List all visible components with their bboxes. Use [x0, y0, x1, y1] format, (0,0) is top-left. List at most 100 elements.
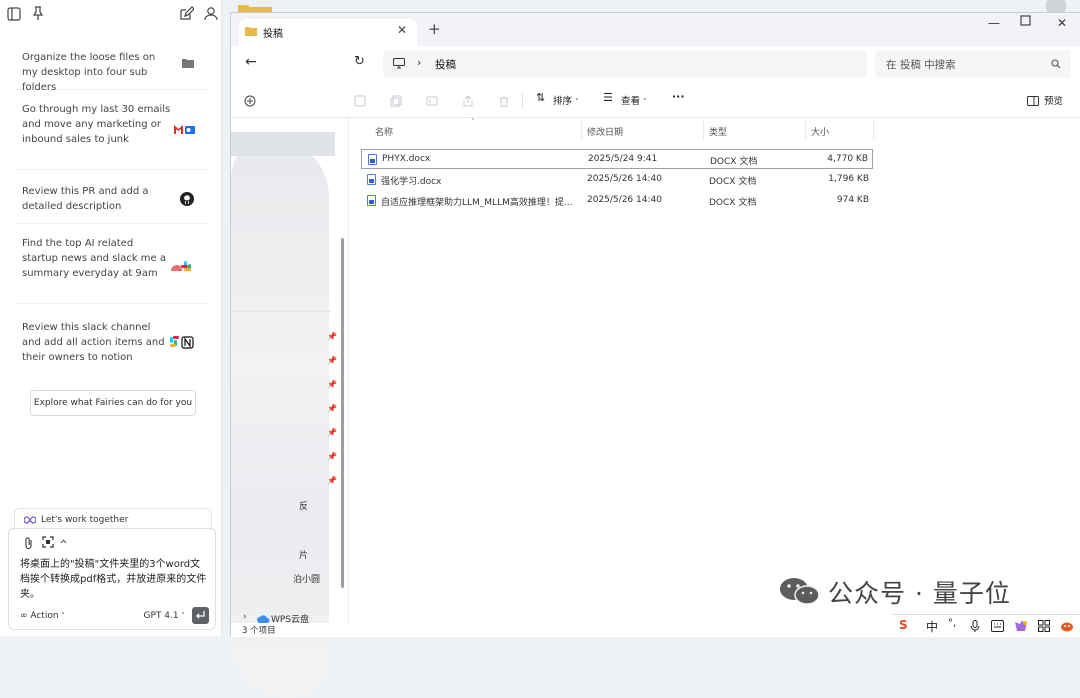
more-options-icon[interactable]: ··· — [672, 90, 685, 103]
chevron-down-icon: ˅ — [643, 98, 647, 106]
close-tab-icon[interactable]: ✕ — [397, 23, 407, 37]
chevron-up-icon[interactable] — [60, 539, 67, 544]
send-button[interactable] — [192, 607, 209, 624]
back-arrow-icon[interactable]: ← — [245, 54, 257, 70]
chat-input-box[interactable]: 将桌面上的"投稿"文件夹里的3个word文档挨个转换成pdf格式，并放进原来的文… — [8, 528, 216, 630]
sort-label: 排序 — [553, 96, 573, 107]
file-row-selected[interactable]: PHYX.docx 2025/5/24 9:41 DOCX 文档 4,770 K… — [361, 149, 873, 169]
model-selector[interactable]: GPT 4.1 ˄ — [144, 611, 185, 621]
action-label: ∞ Action — [20, 611, 59, 621]
sogou-ime-icon[interactable]: S — [899, 618, 908, 632]
file-row[interactable]: 自适应推理框架助力LLM_MLLM高效推理！提... 2025/5/26 14:… — [361, 191, 873, 211]
pin-icon: 📌 — [327, 380, 337, 389]
column-header-type[interactable]: 类型 — [709, 125, 727, 138]
docx-file-icon — [367, 195, 376, 206]
pin-icon: 📌 — [327, 404, 337, 413]
task-suggestion[interactable]: Find the top AI related startup news and… — [14, 230, 208, 304]
preview-button[interactable]: 预览 — [1044, 93, 1063, 107]
explore-button[interactable]: Explore what Fairies can do for you — [30, 390, 196, 416]
file-list: 名称 ˄ 修改日期 类型 大小 PHYX.docx 2025/5/24 9:41… — [361, 118, 1080, 623]
chat-message-text[interactable]: 将桌面上的"投稿"文件夹里的3个word文档挨个转换成pdf格式，并放进原来的文… — [20, 557, 210, 602]
expand-chevron-icon[interactable]: › — [243, 612, 247, 622]
compose-icon[interactable] — [179, 6, 194, 21]
nav-label-fragment[interactable]: 片 — [299, 548, 308, 561]
action-mode-selector[interactable]: ∞ Action ˄ — [20, 611, 65, 621]
panel-header — [0, 0, 222, 30]
nav-label-fragment[interactable]: 反 — [299, 499, 308, 512]
chevron-up-icon: ˄ — [61, 612, 65, 620]
address-bar[interactable]: › 投稿 — [383, 50, 867, 78]
system-tray: S 中 °, — [892, 614, 1080, 636]
cut-icon[interactable] — [354, 95, 366, 107]
new-tab-icon[interactable]: + — [428, 20, 441, 38]
infinity-icon — [24, 516, 36, 524]
toolbox-grid-icon[interactable] — [1038, 620, 1050, 632]
refresh-icon[interactable]: ↻ — [354, 54, 365, 69]
github-icon — [180, 192, 194, 206]
pin-icon[interactable] — [31, 6, 45, 21]
paperclip-icon[interactable] — [24, 537, 34, 549]
close-window-icon[interactable]: ✕ — [1057, 16, 1067, 30]
view-button[interactable]: 查看 ˅ — [621, 93, 647, 107]
file-type: DOCX 文档 — [709, 198, 757, 208]
desktop-shortcut-icon[interactable] — [1044, 0, 1068, 12]
tab-tougao[interactable]: 投稿 ✕ — [239, 19, 417, 46]
task-suggestion[interactable]: Review this PR and add a detailed descri… — [14, 178, 208, 224]
sort-button[interactable]: 排序 ˅ — [553, 93, 579, 107]
copy-icon[interactable] — [390, 95, 402, 107]
pin-icon: 📌 — [327, 476, 337, 485]
view-icon: ☰ — [603, 91, 613, 104]
gmail-outlook-icon — [174, 125, 195, 134]
task-suggestion[interactable]: Organize the loose files on my desktop i… — [14, 44, 208, 93]
mascot-icon[interactable] — [1060, 620, 1074, 632]
task-text: Review this slack channel and add all ac… — [22, 322, 165, 363]
rename-icon[interactable] — [426, 95, 438, 107]
file-name: PHYX.docx — [382, 154, 431, 164]
share-icon[interactable] — [462, 95, 474, 107]
delete-icon[interactable] — [498, 95, 510, 107]
send-icon — [196, 611, 205, 619]
column-separator[interactable] — [581, 120, 582, 140]
sort-indicator-icon: ˄ — [471, 118, 475, 126]
file-name: 自适应推理框架助力LLM_MLLM高效推理！提... — [381, 198, 573, 208]
file-size: 1,796 KB — [828, 174, 869, 184]
skin-icon[interactable] — [1014, 619, 1028, 633]
chevron-down-icon: ˅ — [575, 98, 579, 106]
search-icon — [1051, 59, 1061, 69]
nav-selected-item[interactable] — [231, 132, 335, 156]
task-text: Review this PR and add a detailed descri… — [22, 186, 149, 212]
docx-file-icon — [367, 174, 376, 185]
screenshot-icon[interactable] — [42, 536, 54, 548]
assistant-panel: Organize the loose files on my desktop i… — [0, 0, 222, 636]
ime-mode[interactable]: 中 — [926, 618, 938, 635]
sidebar-toggle-icon[interactable] — [7, 7, 21, 21]
title-bar: 投稿 ✕ + — ✕ — [231, 13, 1080, 46]
sort-icon: ⇅ — [536, 91, 546, 104]
breadcrumb[interactable]: 投稿 — [435, 57, 456, 72]
punctuation-mode[interactable]: °, — [948, 618, 956, 629]
tab-label: 投稿 — [263, 29, 283, 40]
microphone-icon[interactable] — [970, 620, 980, 633]
file-modified: 2025/5/24 9:41 — [588, 154, 658, 164]
column-header-modified[interactable]: 修改日期 — [587, 125, 623, 138]
minimize-icon[interactable]: — — [988, 16, 1000, 30]
nav-scrollbar[interactable] — [341, 238, 344, 588]
user-icon[interactable] — [204, 6, 218, 21]
file-row[interactable]: 强化学习.docx 2025/5/26 14:40 DOCX 文档 1,796 … — [361, 170, 873, 190]
column-separator[interactable] — [873, 120, 874, 140]
maximize-icon[interactable] — [1020, 15, 1031, 29]
column-header-name[interactable]: 名称 — [375, 125, 393, 138]
column-separator[interactable] — [805, 120, 806, 140]
search-field[interactable]: 在 投稿 中搜索 — [875, 50, 1071, 78]
column-header-size[interactable]: 大小 — [811, 125, 829, 138]
new-item-icon[interactable] — [244, 95, 256, 107]
nav-label-fragment[interactable]: 泊小圆 — [293, 572, 320, 585]
task-suggestion[interactable]: Go through my last 30 emails and move an… — [14, 96, 208, 170]
chevron-up-icon: ˄ — [181, 612, 186, 620]
task-suggestion[interactable]: Review this slack channel and add all ac… — [14, 312, 208, 374]
file-modified: 2025/5/26 14:40 — [587, 174, 662, 184]
folder-icon — [182, 59, 194, 68]
column-separator[interactable] — [703, 120, 704, 140]
keyboard-icon[interactable] — [991, 620, 1004, 632]
task-text: Go through my last 30 emails and move an… — [22, 104, 171, 145]
